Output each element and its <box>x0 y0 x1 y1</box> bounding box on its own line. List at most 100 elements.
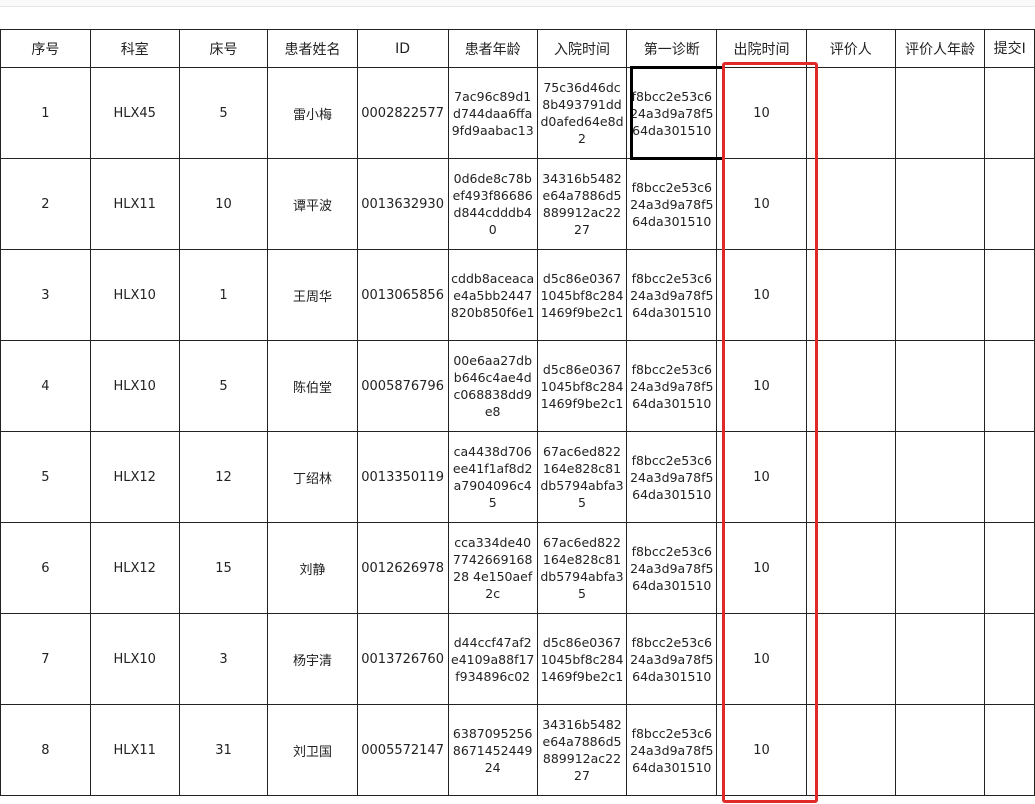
cell-age[interactable]: 00e6aa27dbb646c4ae4dc068838dd9e8 <box>447 340 538 432</box>
cell-reviewer-age[interactable] <box>894 67 986 159</box>
cell-discharge[interactable]: 10 <box>716 431 807 523</box>
cell-reviewer-age[interactable] <box>894 431 986 523</box>
header-cell-seq[interactable]: 序号 <box>0 29 91 68</box>
cell-discharge[interactable]: 10 <box>716 522 807 614</box>
cell-id[interactable]: 0013632930 <box>356 158 449 250</box>
cell-reviewer[interactable] <box>805 613 896 705</box>
cell-name[interactable]: 谭平波 <box>267 158 358 250</box>
cell-admit[interactable]: 75c36d46dc8b493791ddd0afed64e8d2 <box>536 67 628 159</box>
cell-submit[interactable] <box>984 522 1035 614</box>
cell-admit[interactable]: 67ac6ed822164e828c81db5794abfa35 <box>536 431 628 523</box>
cell-id[interactable]: 0002822577 <box>356 67 449 159</box>
cell-reviewer-age[interactable] <box>894 613 986 705</box>
cell-age[interactable]: 7ac96c89d1d744daa6ffa9fd9aabac13 <box>447 67 538 159</box>
cell-id[interactable]: 0005572147 <box>356 704 449 796</box>
cell-bed[interactable]: 1 <box>178 249 269 341</box>
cell-seq[interactable]: 5 <box>0 431 91 523</box>
cell-seq[interactable]: 3 <box>0 249 91 341</box>
cell-seq[interactable]: 1 <box>0 67 91 159</box>
cell-bed[interactable]: 5 <box>178 340 269 432</box>
cell-submit[interactable] <box>984 67 1035 159</box>
cell-diagnosis[interactable]: f8bcc2e53c624a3d9a78f564da301510 <box>626 67 718 159</box>
cell-reviewer-age[interactable] <box>894 522 986 614</box>
cell-admit[interactable]: 67ac6ed822164e828c81db5794abfa35 <box>536 522 628 614</box>
header-cell-reviewer-age[interactable]: 评价人年龄 <box>894 29 986 68</box>
cell-reviewer[interactable] <box>805 431 896 523</box>
cell-reviewer[interactable] <box>805 158 896 250</box>
header-cell-submit[interactable]: 提交I <box>984 29 1035 68</box>
cell-diagnosis[interactable]: f8bcc2e53c624a3d9a78f564da301510 <box>626 431 718 523</box>
cell-reviewer-age[interactable] <box>894 249 986 341</box>
cell-reviewer[interactable] <box>805 340 896 432</box>
cell-age[interactable]: 6387095256867145244924 <box>447 704 538 796</box>
cell-discharge[interactable]: 10 <box>716 158 807 250</box>
cell-reviewer[interactable] <box>805 522 896 614</box>
cell-bed[interactable]: 15 <box>178 522 269 614</box>
cell-id[interactable]: 0005876796 <box>356 340 449 432</box>
cell-submit[interactable] <box>984 431 1035 523</box>
cell-dept[interactable]: HLX12 <box>89 522 180 614</box>
cell-seq[interactable]: 7 <box>0 613 91 705</box>
cell-discharge[interactable]: 10 <box>716 340 807 432</box>
cell-admit[interactable]: 34316b5482e64a7886d5889912ac2227 <box>536 704 628 796</box>
header-cell-reviewer[interactable]: 评价人 <box>805 29 896 68</box>
cell-name[interactable]: 雷小梅 <box>267 67 358 159</box>
cell-dept[interactable]: HLX10 <box>89 249 180 341</box>
cell-submit[interactable] <box>984 613 1035 705</box>
header-cell-diagnosis[interactable]: 第一诊断 <box>626 29 718 68</box>
header-cell-discharge[interactable]: 出院时间 <box>716 29 807 68</box>
cell-diagnosis[interactable]: f8bcc2e53c624a3d9a78f564da301510 <box>626 613 718 705</box>
cell-age[interactable]: d44ccf47af2e4109a88f17f934896c02 <box>447 613 538 705</box>
cell-id[interactable]: 0012626978 <box>356 522 449 614</box>
cell-name[interactable]: 杨宇清 <box>267 613 358 705</box>
cell-discharge[interactable]: 10 <box>716 613 807 705</box>
header-cell-id[interactable]: ID <box>356 29 449 68</box>
cell-age[interactable]: 0d6de8c78bef493f86686d844cdddb40 <box>447 158 538 250</box>
cell-submit[interactable] <box>984 158 1035 250</box>
cell-seq[interactable]: 2 <box>0 158 91 250</box>
header-cell-admit[interactable]: 入院时间 <box>536 29 628 68</box>
cell-id[interactable]: 0013726760 <box>356 613 449 705</box>
cell-dept[interactable]: HLX10 <box>89 613 180 705</box>
cell-diagnosis[interactable]: f8bcc2e53c624a3d9a78f564da301510 <box>626 340 718 432</box>
cell-name[interactable]: 刘静 <box>267 522 358 614</box>
cell-reviewer[interactable] <box>805 67 896 159</box>
cell-id[interactable]: 0013350119 <box>356 431 449 523</box>
cell-diagnosis[interactable]: f8bcc2e53c624a3d9a78f564da301510 <box>626 704 718 796</box>
cell-diagnosis[interactable]: f8bcc2e53c624a3d9a78f564da301510 <box>626 158 718 250</box>
cell-admit[interactable]: d5c86e03671045bf8c2841469f9be2c1 <box>536 613 628 705</box>
cell-dept[interactable]: HLX45 <box>89 67 180 159</box>
header-cell-dept[interactable]: 科室 <box>89 29 180 68</box>
cell-dept[interactable]: HLX11 <box>89 704 180 796</box>
cell-diagnosis[interactable]: f8bcc2e53c624a3d9a78f564da301510 <box>626 249 718 341</box>
cell-name[interactable]: 丁绍林 <box>267 431 358 523</box>
cell-admit[interactable]: d5c86e03671045bf8c2841469f9be2c1 <box>536 249 628 341</box>
cell-dept[interactable]: HLX11 <box>89 158 180 250</box>
header-cell-age[interactable]: 患者年龄 <box>447 29 538 68</box>
cell-admit[interactable]: 34316b5482e64a7886d5889912ac2227 <box>536 158 628 250</box>
header-cell-name[interactable]: 患者姓名 <box>267 29 358 68</box>
cell-discharge[interactable]: 10 <box>716 704 807 796</box>
cell-bed[interactable]: 12 <box>178 431 269 523</box>
cell-bed[interactable]: 3 <box>178 613 269 705</box>
cell-submit[interactable] <box>984 340 1035 432</box>
cell-reviewer-age[interactable] <box>894 340 986 432</box>
cell-bed[interactable]: 5 <box>178 67 269 159</box>
cell-admit[interactable]: d5c86e03671045bf8c2841469f9be2c1 <box>536 340 628 432</box>
cell-name[interactable]: 王周华 <box>267 249 358 341</box>
cell-dept[interactable]: HLX12 <box>89 431 180 523</box>
cell-age[interactable]: cddb8aceacae4a5bb2447820b850f6e1 <box>447 249 538 341</box>
cell-seq[interactable]: 4 <box>0 340 91 432</box>
cell-name[interactable]: 陈伯堂 <box>267 340 358 432</box>
cell-submit[interactable] <box>984 249 1035 341</box>
cell-reviewer[interactable] <box>805 704 896 796</box>
cell-seq[interactable]: 8 <box>0 704 91 796</box>
cell-name[interactable]: 刘卫国 <box>267 704 358 796</box>
cell-seq[interactable]: 6 <box>0 522 91 614</box>
cell-reviewer[interactable] <box>805 249 896 341</box>
cell-submit[interactable] <box>984 704 1035 796</box>
cell-age[interactable]: ca4438d706ee41f1af8d2a7904096c45 <box>447 431 538 523</box>
cell-discharge[interactable]: 10 <box>716 249 807 341</box>
header-cell-bed[interactable]: 床号 <box>178 29 269 68</box>
cell-bed[interactable]: 31 <box>178 704 269 796</box>
